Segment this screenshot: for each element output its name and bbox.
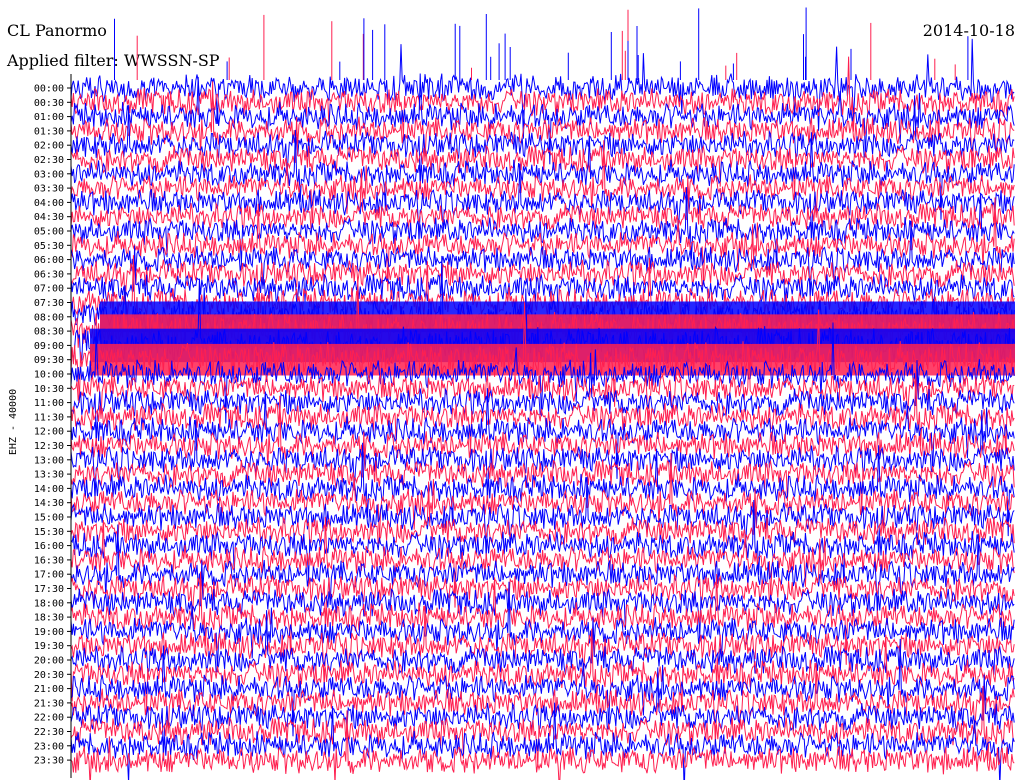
tick-label-0030: 00:30: [34, 98, 64, 109]
trace-group: [70, 7, 1015, 780]
trace-row-0300: [70, 129, 1015, 220]
tick-label-0630: 06:30: [34, 269, 64, 280]
tick-label-2200: 22:00: [34, 713, 64, 724]
tick-label-1530: 15:30: [34, 527, 64, 538]
tick-label-0430: 04:30: [34, 212, 64, 223]
tick-label-0600: 06:00: [34, 255, 64, 266]
tick-label-1830: 18:30: [34, 613, 64, 624]
trace-row-2330: [70, 710, 1015, 780]
tick-label-0700: 07:00: [34, 284, 64, 295]
tick-label-1100: 11:00: [34, 398, 64, 409]
tick-label-0400: 04:00: [34, 198, 64, 209]
tick-label-0200: 02:00: [34, 141, 64, 152]
helicorder-plot: 00:00 00:30 01:00 01:30 02:00 02:30 03:00 03:30…: [8, 7, 1015, 780]
tick-label-2300: 23:00: [34, 741, 64, 752]
trace-row-2300: [70, 702, 1015, 780]
tick-label-0330: 03:30: [34, 184, 64, 195]
tick-label-1730: 17:30: [34, 584, 64, 595]
tick-label-1800: 18:00: [34, 598, 64, 609]
tick-label-0000: 00:00: [34, 84, 64, 95]
tick-label-2100: 21:00: [34, 684, 64, 695]
tick-label-1300: 13:00: [34, 455, 64, 466]
tick-label-1130: 11:30: [34, 412, 64, 423]
tick-label-0900: 09:00: [34, 341, 64, 352]
tick-label-2230: 22:30: [34, 727, 64, 738]
tick-label-1400: 14:00: [34, 484, 64, 495]
tick-label-1200: 12:00: [34, 427, 64, 438]
tick-label-0730: 07:30: [34, 298, 64, 309]
tick-label-1030: 10:30: [34, 384, 64, 395]
tick-label-1500: 15:00: [34, 513, 64, 524]
tick-label-0300: 03:00: [34, 169, 64, 180]
tick-label-0130: 01:30: [34, 126, 64, 137]
time-axis: 00:00 00:30 01:00 01:30 02:00 02:30 03:00 03:30…: [34, 74, 72, 778]
tick-label-0530: 05:30: [34, 241, 64, 252]
tick-label-0100: 01:00: [34, 112, 64, 123]
tick-label-1230: 12:30: [34, 441, 64, 452]
tick-label-1700: 17:00: [34, 570, 64, 581]
tick-label-0800: 08:00: [34, 312, 64, 323]
tick-label-0930: 09:30: [34, 355, 64, 366]
tick-label-2000: 20:00: [34, 656, 64, 667]
tick-label-1930: 19:30: [34, 641, 64, 652]
tick-label-2030: 20:30: [34, 670, 64, 681]
tick-label-2130: 21:30: [34, 698, 64, 709]
tick-label-0230: 02:30: [34, 155, 64, 166]
tick-label-1000: 10:00: [34, 370, 64, 381]
tick-label-1600: 16:00: [34, 541, 64, 552]
top-spikes: [114, 7, 969, 80]
tick-label-1430: 14:30: [34, 498, 64, 509]
tick-label-1630: 16:30: [34, 555, 64, 566]
tick-label-0830: 08:30: [34, 327, 64, 338]
trace-row-1400: [70, 442, 1015, 537]
tick-label-2330: 23:30: [34, 756, 64, 767]
tick-label-0500: 05:00: [34, 227, 64, 238]
channel-label: EHZ - 40000: [8, 389, 19, 455]
tick-label-1900: 19:00: [34, 627, 64, 638]
tick-label-1330: 13:30: [34, 470, 64, 481]
